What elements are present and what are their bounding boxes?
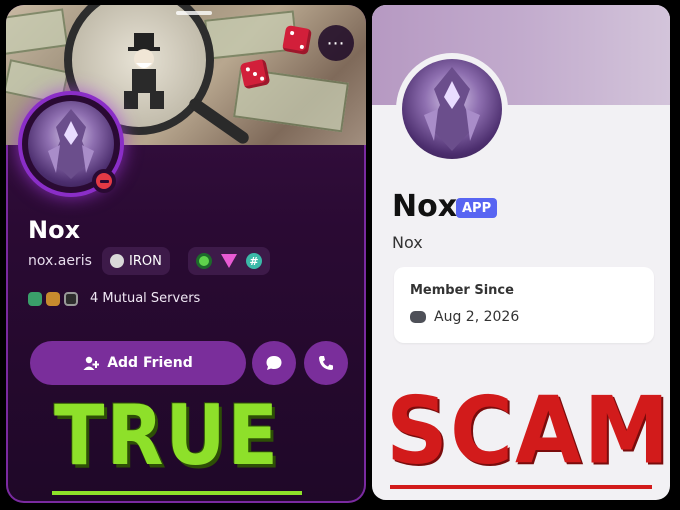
verdict-scam-underline [390,485,652,489]
member-since-title: Member Since [410,283,514,298]
mutual-servers-label: 4 Mutual Servers [90,291,201,306]
dnd-status-icon [92,169,116,193]
add-friend-label: Add Friend [107,355,193,371]
verdict-true-label: TRUE [54,387,281,485]
display-name: Nox [28,216,81,244]
clan-tag-label: IRON [129,253,162,269]
member-since-date: Aug 2, 2026 [434,309,520,325]
server-icon [64,291,78,306]
username: Nox [392,233,423,252]
badges-chip[interactable]: # [188,247,270,275]
discord-icon [410,311,426,323]
hashtag-badge-icon: # [246,253,262,269]
phone-icon [319,356,333,370]
clan-tag-chip[interactable]: IRON [102,247,170,275]
pink-gem-badge-icon [221,254,237,268]
server-icon [28,291,42,306]
add-friend-button[interactable]: Add Friend [30,341,246,385]
message-button[interactable] [252,341,296,385]
member-since-card: Member Since Aug 2, 2026 [394,267,654,343]
drag-handle[interactable] [176,11,212,15]
verdict-scam-label: SCAM [386,377,670,485]
chat-bubble-icon [266,356,282,370]
verdict-true-underline [52,491,302,495]
app-badge: APP [456,198,498,218]
avatar[interactable] [396,53,508,165]
genuine-profile-card: ⋯ Nox nox.aeris IRON # 4 Mutual Servers … [6,5,366,503]
avatar-image [402,59,502,159]
comparison-image: ⋯ Nox nox.aeris IRON # 4 Mutual Servers … [0,0,680,510]
voice-call-button[interactable] [304,341,348,385]
more-options-button[interactable]: ⋯ [318,25,354,61]
mutual-servers[interactable]: 4 Mutual Servers [28,291,200,306]
skull-icon [110,254,124,268]
green-ring-badge-icon [196,253,212,269]
username: nox.aeris [28,253,92,269]
more-icon: ⋯ [326,32,346,54]
add-friend-icon [83,356,100,370]
server-icon [46,291,60,306]
monopoly-man-illustration [124,33,164,109]
scam-profile-card: Nox APP Nox Member Since Aug 2, 2026 SCA… [372,5,670,500]
display-name: Nox [392,189,458,224]
